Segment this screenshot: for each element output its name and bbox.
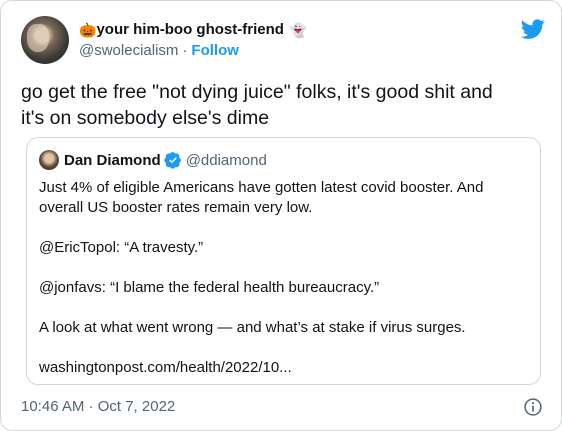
author-names: 🎃 your him-boo ghost-friend 👻 @swolecial… (79, 20, 307, 61)
verified-badge-icon (164, 152, 181, 169)
quoted-paragraph: Just 4% of eligible Americans have gotte… (39, 179, 484, 216)
twitter-bird-icon[interactable] (521, 17, 545, 41)
quoted-tweet[interactable]: Dan Diamond @ddiamond Just 4% of eligibl… (26, 137, 541, 385)
tweet-header: 🎃 your him-boo ghost-friend 👻 @swolecial… (21, 15, 545, 65)
author-handle-row: @swolecialism · Follow (79, 41, 307, 61)
quoted-tweet-text: Just 4% of eligible Americans have gotte… (39, 178, 529, 378)
quoted-author-handle[interactable]: @ddiamond (186, 152, 267, 169)
quoted-paragraph: A look at what went wrong — and what’s a… (39, 319, 466, 336)
info-icon[interactable] (523, 397, 543, 417)
jack-o-lantern-emoji: 🎃 (79, 21, 97, 38)
embedded-tweet-card: 🎃 your him-boo ghost-friend 👻 @swolecial… (0, 0, 562, 431)
quoted-paragraph: @jonfavs: “I blame the federal health bu… (39, 279, 380, 296)
tweet-text: go get the free "not dying juice" folks,… (21, 79, 541, 131)
author-display-name[interactable]: your him-boo ghost-friend (96, 20, 283, 40)
quoted-paragraph: @EricTopol: “A travesty.” (39, 239, 204, 256)
ghost-emoji: 👻 (289, 21, 308, 38)
tweet-timestamp[interactable]: 10:46 AM · Oct 7, 2022 (21, 397, 175, 417)
quoted-author-name[interactable]: Dan Diamond (64, 152, 161, 169)
follow-button[interactable]: Follow (191, 41, 239, 61)
separator-dot: · (182, 41, 188, 59)
author-display-name-row[interactable]: 🎃 your him-boo ghost-friend 👻 (79, 20, 307, 40)
author-handle[interactable]: @swolecialism (79, 41, 178, 61)
author-avatar[interactable] (21, 16, 69, 64)
quoted-link-text: washingtonpost.com/health/2022/10... (39, 359, 292, 376)
tweet-text-line: it's on somebody else's dime (21, 107, 270, 129)
tweet-text-line: go get the free "not dying juice" folks,… (21, 81, 493, 103)
quoted-author-avatar[interactable] (39, 150, 59, 170)
quoted-tweet-header: Dan Diamond @ddiamond (39, 150, 267, 170)
